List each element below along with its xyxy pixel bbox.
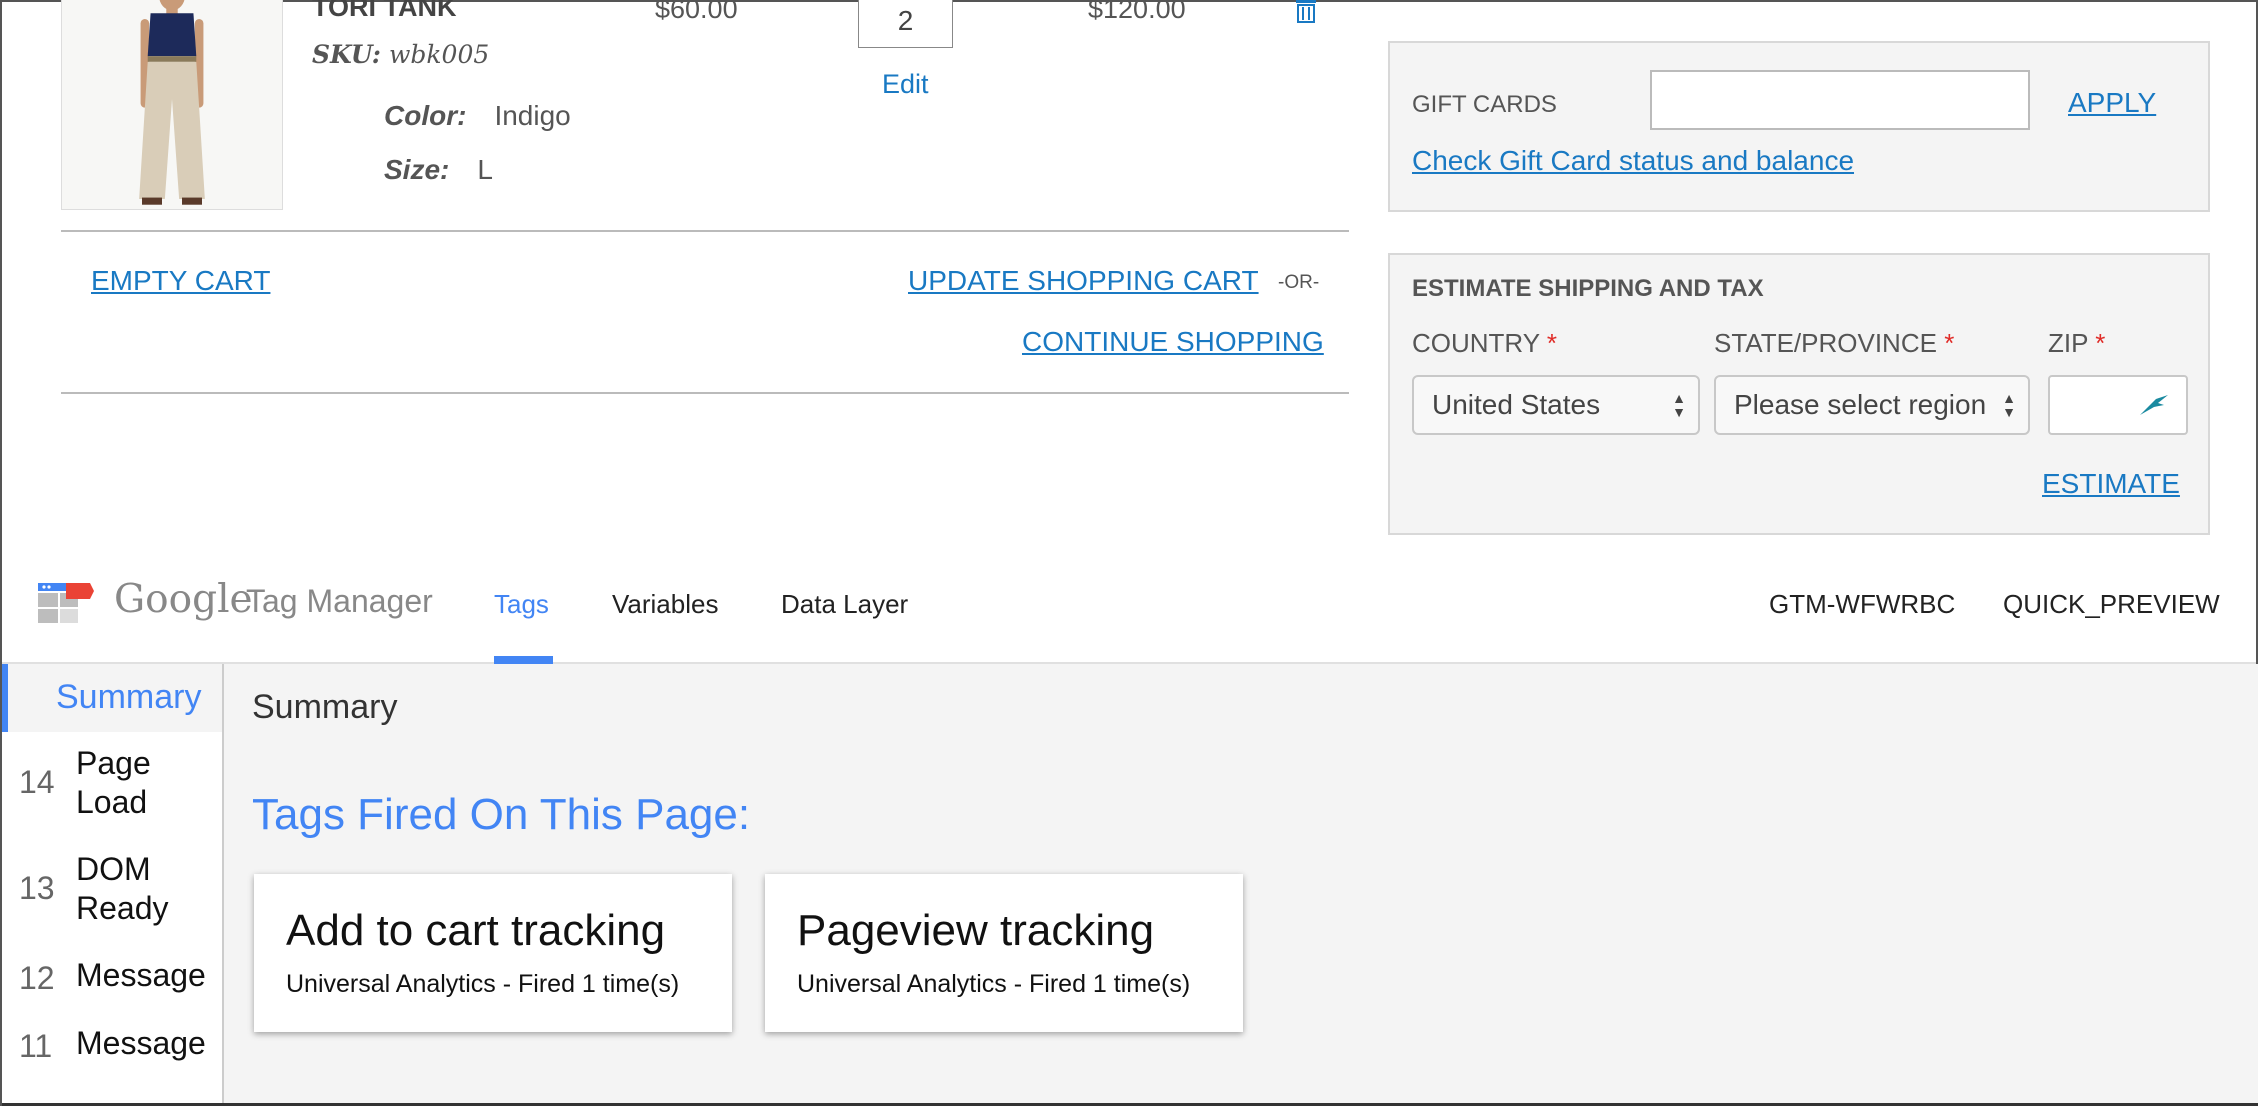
gift-card-code-input[interactable] <box>1650 70 2030 130</box>
product-subtotal: $120.00 <box>1088 0 1186 24</box>
model-photo <box>62 0 282 209</box>
trash-icon[interactable] <box>1294 0 1318 24</box>
state-select[interactable]: Please select region ▲ ▼ <box>1714 375 2030 435</box>
sidebar-item-summary[interactable]: Summary <box>2 664 222 732</box>
divider <box>61 230 1349 232</box>
zip-input[interactable] <box>2048 375 2188 435</box>
or-separator: -OR- <box>1278 272 1320 293</box>
edit-item-link[interactable]: Edit <box>882 69 929 100</box>
event-number: 11 <box>19 1028 53 1064</box>
product-option-color: Color: Indigo <box>384 100 571 132</box>
gift-cards-label: GIFT CARDS <box>1412 91 1557 118</box>
product-image[interactable] <box>61 0 283 210</box>
tag-card-title: Add to cart tracking <box>286 906 666 955</box>
preview-mode: QUICK_PREVIEW <box>2003 589 2220 619</box>
tab-variables[interactable]: Variables <box>612 589 718 620</box>
select-arrows-icon: ▲ ▼ <box>1672 390 1686 420</box>
select-arrows-icon: ▲ ▼ <box>2002 390 2016 420</box>
required-mark: * <box>1546 328 1557 358</box>
product-price: $60.00 <box>655 0 738 24</box>
country-select-value: United States <box>1432 389 1601 420</box>
country-select[interactable]: United States ▲ ▼ <box>1412 375 1700 435</box>
product-option-size: Size: L <box>384 154 493 186</box>
sidebar-summary-label: Summary <box>56 678 202 716</box>
quantity-input[interactable]: 2 <box>858 0 953 48</box>
tag-card-subtitle: Universal Analytics - Fired 1 time(s) <box>797 970 1191 998</box>
zip-label-text: ZIP <box>2048 328 2088 358</box>
gtm-header: Google Tag Manager Tags Variables Data L… <box>2 553 2256 664</box>
required-mark: * <box>2095 328 2106 358</box>
event-number: 13 <box>19 870 55 906</box>
tags-fired-heading: Tags Fired On This Page: <box>252 790 751 839</box>
sku-label: SKU: <box>312 40 382 69</box>
autofill-bird-icon <box>2140 395 2168 415</box>
zip-label: ZIP * <box>2048 328 2105 359</box>
color-value: Indigo <box>494 100 571 131</box>
product-sku: SKU: wbk005 <box>312 40 489 69</box>
required-mark: * <box>1944 328 1955 358</box>
state-select-value: Please select region <box>1734 389 1987 420</box>
page-title: Summary <box>252 688 398 726</box>
sidebar-event-message[interactable]: 12 Message <box>2 956 222 1006</box>
shopping-cart-page: TORI TANK SKU: wbk005 Color: Indigo Size:… <box>0 0 2258 553</box>
sidebar-event-message[interactable]: 11 Message <box>2 1024 222 1074</box>
tab-data-layer[interactable]: Data Layer <box>781 589 908 620</box>
size-label: Size: <box>384 154 450 185</box>
tag-card-pageview[interactable]: Pageview tracking Universal Analytics - … <box>765 874 1243 1032</box>
sidebar-event-page-load[interactable]: 14 Page Load <box>2 744 222 828</box>
gift-cards-panel: GIFT CARDS APPLY Check Gift Card status … <box>1388 41 2210 212</box>
tag-card-subtitle: Universal Analytics - Fired 1 time(s) <box>286 970 680 998</box>
sidebar-event-dom-ready[interactable]: 13 DOM Ready <box>2 850 222 934</box>
event-label: Page Load <box>76 745 151 820</box>
state-label-text: STATE/PROVINCE <box>1714 328 1937 358</box>
sku-value: wbk005 <box>388 40 490 69</box>
container-id: GTM-WFWRBC <box>1769 589 1956 619</box>
divider <box>61 392 1349 394</box>
empty-cart-link[interactable]: EMPTY CART <box>91 265 270 297</box>
tag-manager-logo-icon <box>38 583 94 623</box>
gtm-preview-panel: Google Tag Manager Tags Variables Data L… <box>0 553 2258 1106</box>
event-label: Message <box>76 1025 206 1061</box>
tag-card-add-to-cart[interactable]: Add to cart tracking Universal Analytics… <box>254 874 732 1032</box>
gtm-main-content: Summary Tags Fired On This Page: Add to … <box>224 664 2258 1106</box>
update-cart-link[interactable]: UPDATE SHOPPING CART <box>908 265 1259 297</box>
event-label: Message <box>76 957 206 993</box>
state-label: STATE/PROVINCE * <box>1714 328 1954 359</box>
event-label: DOM Ready <box>76 851 169 926</box>
event-number: 14 <box>19 764 55 800</box>
google-wordmark: Google <box>114 577 253 622</box>
event-number: 12 <box>19 960 55 996</box>
estimate-link[interactable]: ESTIMATE <box>2042 468 2180 500</box>
check-gift-card-link[interactable]: Check Gift Card status and balance <box>1412 145 1854 177</box>
country-label-text: COUNTRY <box>1412 328 1540 358</box>
estimate-shipping-panel: ESTIMATE SHIPPING AND TAX COUNTRY * STAT… <box>1388 253 2210 535</box>
estimate-title: ESTIMATE SHIPPING AND TAX <box>1412 275 1764 302</box>
continue-shopping-link[interactable]: CONTINUE SHOPPING <box>1022 326 1324 358</box>
country-label: COUNTRY * <box>1412 328 1557 359</box>
color-label: Color: <box>384 100 467 131</box>
event-timeline-sidebar: Summary 14 Page Load 13 DOM Ready 12 Mes… <box>2 664 224 1106</box>
tag-card-title: Pageview tracking <box>797 906 1155 955</box>
tab-tags[interactable]: Tags <box>494 589 549 620</box>
active-tab-indicator <box>494 656 553 664</box>
product-name[interactable]: TORI TANK <box>312 0 457 23</box>
size-value: L <box>477 154 493 185</box>
apply-gift-card-link[interactable]: APPLY <box>2068 87 2156 119</box>
tag-manager-wordmark: Tag Manager <box>246 583 433 619</box>
